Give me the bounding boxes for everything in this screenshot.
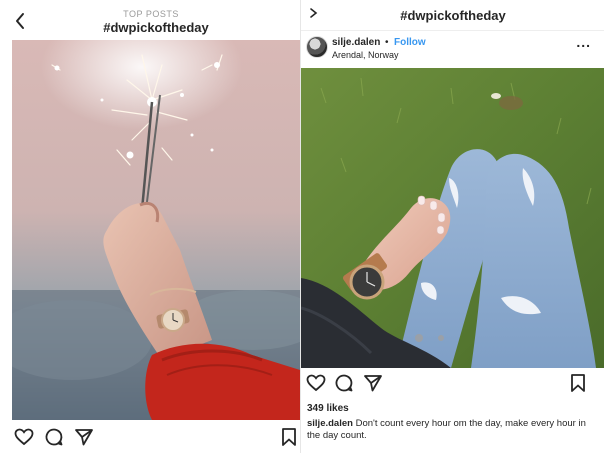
post-photo-sparkler[interactable] (12, 40, 300, 420)
post-header: silje.dalen • Follow Arendal, Norway ... (301, 30, 604, 69)
follow-button[interactable]: Follow (394, 37, 426, 48)
avatar[interactable] (306, 36, 328, 58)
right-action-bar (301, 373, 604, 395)
post-caption: silje.dalen Don't count every hour om th… (307, 418, 593, 442)
post-location[interactable]: Arendal, Norway (332, 50, 399, 60)
post-photo-watch[interactable] (301, 68, 604, 368)
left-action-bar (14, 427, 300, 447)
post-username[interactable]: silje.dalen (332, 37, 380, 48)
like-count[interactable]: 349 likes (307, 403, 349, 414)
separator-dot: • (385, 37, 389, 48)
hashtag-title: #dwpickoftheday (400, 8, 506, 23)
bookmark-icon[interactable] (569, 373, 587, 393)
hashtag-title: #dwpickoftheday (103, 20, 209, 35)
comment-icon[interactable] (334, 373, 354, 393)
heart-icon[interactable] (14, 427, 34, 447)
share-icon[interactable] (363, 373, 383, 393)
bookmark-icon[interactable] (280, 427, 298, 447)
comment-icon[interactable] (44, 427, 64, 447)
share-icon[interactable] (74, 427, 94, 447)
header-subtitle: TOP POSTS (123, 9, 179, 19)
left-screen: TOP POSTS #dwpickoftheday (0, 0, 302, 453)
right-screen: #dwpickoftheday silje.dalen • Follow Are… (300, 0, 604, 453)
more-dots-icon[interactable]: ... (576, 34, 591, 50)
caption-username[interactable]: silje.dalen (307, 418, 353, 429)
heart-icon[interactable] (306, 373, 326, 393)
